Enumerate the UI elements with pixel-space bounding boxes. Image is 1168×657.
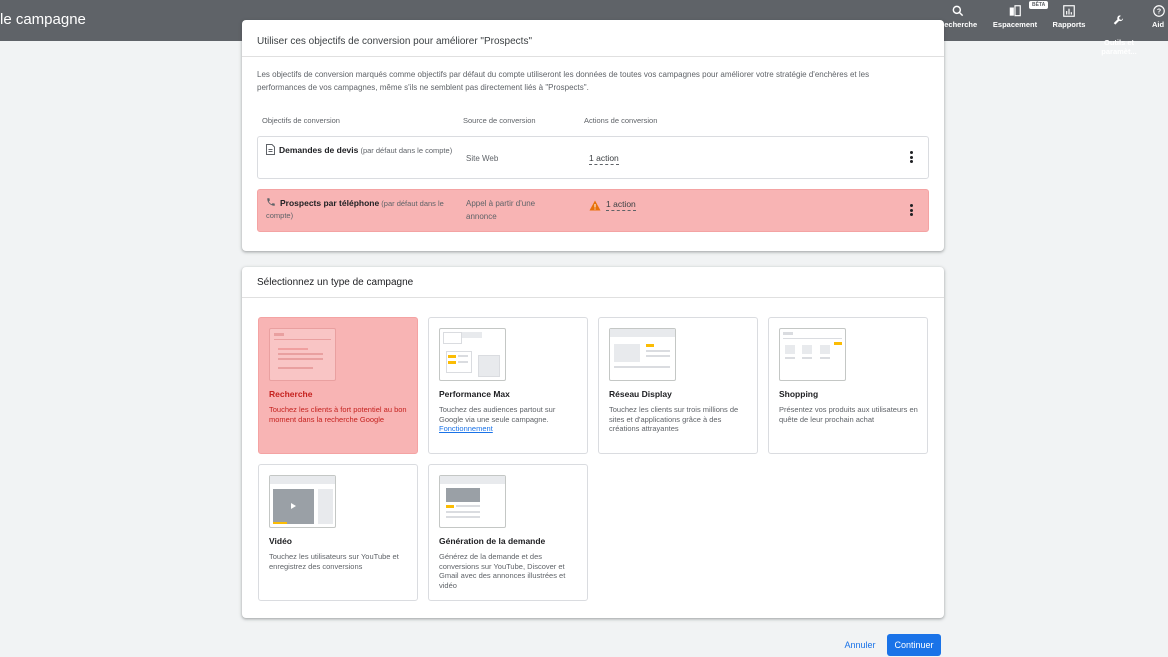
goal-name: Demandes de devis bbox=[279, 145, 359, 155]
campaign-type-video-tile[interactable]: Vidéo Touchez les utilisateurs sur YouTu… bbox=[258, 464, 418, 601]
more-options-icon[interactable] bbox=[908, 204, 914, 218]
campaign-type-search-tile[interactable]: Recherche Touchez les clients à fort pot… bbox=[258, 317, 418, 454]
goal-name: Prospects par téléphone bbox=[280, 198, 380, 208]
phone-icon bbox=[267, 198, 275, 206]
nav-workspace-label: Espacement bbox=[992, 20, 1038, 29]
shopping-illustration bbox=[779, 328, 846, 381]
goal-actions-link[interactable]: 1 action bbox=[606, 199, 636, 211]
campaign-type-name: Génération de la demande bbox=[439, 536, 546, 546]
wrench-icon bbox=[1113, 15, 1124, 25]
campaign-type-display-tile[interactable]: Réseau Display Touchez les clients sur t… bbox=[598, 317, 758, 454]
nav-reports-label: Rapports bbox=[1052, 20, 1086, 29]
column-header-actions: Actions de conversion bbox=[584, 116, 658, 125]
campaign-type-name: Vidéo bbox=[269, 536, 292, 546]
goal-row-phone-leads[interactable]: Prospects par téléphone (par défaut dans… bbox=[257, 189, 929, 232]
goal-row-quote-requests[interactable]: Demandes de devis (par défaut dans le co… bbox=[257, 136, 929, 179]
campaign-type-description: Présentez vos produits aux utilisateurs … bbox=[779, 405, 918, 424]
campaign-type-performance-max-tile[interactable]: Performance Max Touchez des audiences pa… bbox=[428, 317, 588, 454]
nav-search-label: Recherche bbox=[938, 20, 978, 29]
campaign-type-name: Shopping bbox=[779, 389, 819, 399]
search-icon bbox=[952, 5, 964, 17]
document-icon bbox=[266, 144, 275, 155]
campaign-type-demand-gen-tile[interactable]: Génération de la demande Générez de la d… bbox=[428, 464, 588, 601]
continue-button[interactable]: Continuer bbox=[887, 634, 941, 656]
campaign-type-name: Réseau Display bbox=[609, 389, 672, 399]
cancel-button[interactable]: Annuler bbox=[838, 635, 882, 655]
campaign-type-name: Performance Max bbox=[439, 389, 510, 399]
nav-help-label: Aid bbox=[1152, 20, 1165, 29]
more-options-icon[interactable] bbox=[908, 151, 914, 165]
demand-gen-illustration bbox=[439, 475, 506, 528]
nav-tools-label: Outils et paramèt... bbox=[1101, 38, 1137, 56]
campaign-type-shopping-tile[interactable]: Shopping Présentez vos produits aux util… bbox=[768, 317, 928, 454]
nav-help[interactable]: ? Aid bbox=[1140, 4, 1168, 29]
goal-actions-link[interactable]: 1 action bbox=[589, 153, 619, 165]
column-header-source: Source de conversion bbox=[463, 116, 536, 125]
warning-icon bbox=[589, 200, 601, 211]
conversion-goals-card: Utiliser ces objectifs de conversion pou… bbox=[242, 20, 944, 251]
campaign-type-description: Touchez des audiences partout sur Google… bbox=[439, 405, 581, 434]
goal-source: Appel à partir d'une annonce bbox=[466, 199, 536, 221]
campaign-type-description: Générez de la demande et des conversions… bbox=[439, 552, 566, 590]
goals-heading: Utiliser ces objectifs de conversion pou… bbox=[257, 36, 532, 47]
search-illustration bbox=[269, 328, 336, 381]
goal-name-cell: Prospects par téléphone (par défaut dans… bbox=[266, 197, 456, 222]
campaign-type-card: Sélectionnez un type de campagne Recherc… bbox=[242, 267, 944, 618]
campaign-type-description: Touchez les clients sur trois millions d… bbox=[609, 405, 739, 433]
svg-text:?: ? bbox=[1157, 9, 1161, 16]
nav-reports[interactable]: Rapports bbox=[1041, 4, 1097, 29]
divider bbox=[242, 56, 944, 57]
goals-description: Les objectifs de conversion marqués comm… bbox=[257, 70, 870, 92]
goal-default-note: (par défaut dans le compte) bbox=[360, 146, 453, 155]
display-illustration bbox=[609, 328, 676, 381]
help-icon: ? bbox=[1153, 5, 1165, 17]
campaign-type-name: Recherche bbox=[269, 389, 313, 399]
performance-max-illustration bbox=[439, 328, 506, 381]
campaign-type-description: Touchez les clients à fort potentiel au … bbox=[269, 405, 407, 424]
goal-source: Site Web bbox=[466, 154, 499, 163]
campaign-type-description: Touchez les utilisateurs sur YouTube et … bbox=[269, 552, 399, 571]
divider bbox=[242, 297, 944, 298]
page-title: le campagne bbox=[0, 11, 86, 28]
campaign-type-heading: Sélectionnez un type de campagne bbox=[257, 277, 414, 288]
video-illustration bbox=[269, 475, 336, 528]
workspace-icon bbox=[1009, 5, 1021, 17]
reports-icon bbox=[1063, 5, 1075, 17]
campaign-type-description-text: Touchez des audiences partout sur Google… bbox=[439, 405, 556, 424]
how-it-works-link[interactable]: Fonctionnement bbox=[439, 424, 493, 433]
column-header-goals: Objectifs de conversion bbox=[262, 116, 340, 125]
goal-name-cell: Demandes de devis (par défaut dans le co… bbox=[266, 144, 456, 157]
nav-tools[interactable]: Outils et paramèt... bbox=[1091, 4, 1147, 56]
